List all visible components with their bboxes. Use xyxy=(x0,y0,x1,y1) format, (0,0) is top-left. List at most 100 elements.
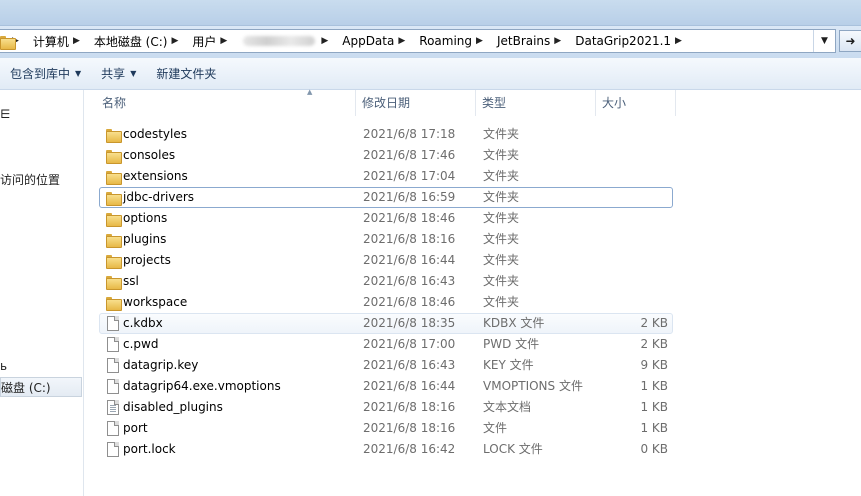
new-folder-button[interactable]: 新建文件夹 xyxy=(146,62,226,86)
folder-icon-shape xyxy=(106,234,122,248)
file-size xyxy=(598,209,668,228)
chevron-right-icon[interactable]: ▶ xyxy=(673,36,686,46)
chevron-right-icon[interactable]: ▶ xyxy=(71,36,84,46)
share-button[interactable]: 共享 ▼ xyxy=(91,62,146,86)
file-size: 2 KB xyxy=(640,337,668,351)
nav-item-partial[interactable]: ь xyxy=(0,356,7,376)
include-in-library-label: 包含到库中 xyxy=(10,67,71,81)
file-row[interactable]: c.pwd 2021/6/8 17:00 PWD 文件 2 KB xyxy=(99,334,673,355)
column-header-row: ▲ 名称 修改日期 类型 大小 xyxy=(85,88,861,116)
breadcrumb-label: JetBrains xyxy=(496,34,551,48)
refresh-arrow-icon[interactable]: ➜ xyxy=(839,30,861,52)
file-size: 1 KB xyxy=(640,400,668,414)
breadcrumb-users[interactable]: 用户 ▶ xyxy=(186,30,235,52)
breadcrumb-roaming[interactable]: Roaming ▶ xyxy=(413,30,491,52)
column-header-size[interactable]: 大小 xyxy=(596,90,676,116)
nav-item-recent-places[interactable]: 访问的位置 xyxy=(0,170,60,190)
chevron-right-icon[interactable]: ▶ xyxy=(552,36,565,46)
breadcrumb-username-redacted[interactable]: ▶ xyxy=(235,30,336,52)
chevron-right-icon[interactable]: ▶ xyxy=(169,36,182,46)
file-name: ssl xyxy=(123,274,139,288)
file-row[interactable]: port 2021/6/8 18:16 文件 1 KB xyxy=(99,418,673,439)
file-name: c.kdbx xyxy=(123,316,163,330)
address-bar[interactable]: ▶ 计算机 ▶ 本地磁盘 (C:) ▶ 用户 ▶ ▶ AppData ▶ Roa… xyxy=(0,29,836,53)
file-type: VMOPTIONS 文件 xyxy=(483,379,583,393)
file-row[interactable]: consoles 2021/6/8 17:46 文件夹 xyxy=(99,145,673,166)
folder-icon xyxy=(105,232,122,248)
file-icon-shape xyxy=(107,316,119,331)
file-type: 文件 xyxy=(483,421,508,435)
nav-item-local-disk[interactable]: 磁盘 (C:) xyxy=(0,377,82,397)
file-row[interactable]: codestyles 2021/6/8 17:18 文件夹 xyxy=(99,124,673,145)
folder-icon-shape xyxy=(106,297,122,311)
share-label: 共享 xyxy=(101,67,126,81)
breadcrumb-datagrip[interactable]: DataGrip2021.1 ▶ xyxy=(569,30,690,52)
file-row[interactable]: ssl 2021/6/8 16:43 文件夹 xyxy=(99,271,673,292)
file-row[interactable]: jdbc-drivers 2021/6/8 16:59 文件夹 xyxy=(99,187,673,208)
file-name: workspace xyxy=(123,295,188,309)
file-row[interactable]: c.kdbx 2021/6/8 18:35 KDBX 文件 2 KB xyxy=(99,313,673,334)
file-size: 1 KB xyxy=(640,421,668,435)
file-type: LOCK 文件 xyxy=(483,442,543,456)
file-row[interactable]: datagrip.key 2021/6/8 16:43 KEY 文件 9 KB xyxy=(99,355,673,376)
file-modified-date: 2021/6/8 18:46 xyxy=(363,211,456,225)
breadcrumb-label: DataGrip2021.1 xyxy=(575,34,672,48)
folder-icon xyxy=(105,169,122,185)
file-type: PWD 文件 xyxy=(483,337,540,351)
folder-icon xyxy=(105,190,122,206)
column-header-date[interactable]: 修改日期 xyxy=(356,90,476,116)
breadcrumb-label: AppData xyxy=(342,34,395,48)
folder-icon-shape xyxy=(106,213,122,227)
file-type: KDBX 文件 xyxy=(483,316,545,330)
chevron-right-icon[interactable]: ▶ xyxy=(474,36,487,46)
file-row[interactable]: port.lock 2021/6/8 16:42 LOCK 文件 0 KB xyxy=(99,439,673,460)
caret-down-icon: ▼ xyxy=(130,69,137,78)
redacted-blur xyxy=(243,36,316,46)
breadcrumb-appdata[interactable]: AppData ▶ xyxy=(336,30,413,52)
file-row[interactable]: datagrip64.exe.vmoptions 2021/6/8 16:44 VM… xyxy=(99,376,673,397)
chevron-right-icon[interactable]: ▶ xyxy=(396,36,409,46)
file-name: disabled_plugins xyxy=(123,400,223,414)
file-row[interactable]: options 2021/6/8 18:46 文件夹 xyxy=(99,208,673,229)
file-size xyxy=(598,188,668,207)
file-modified-date: 2021/6/8 18:16 xyxy=(363,232,456,246)
file-size: 1 KB xyxy=(640,379,668,393)
file-icon xyxy=(105,379,121,394)
column-header-name[interactable]: 名称 xyxy=(96,90,356,116)
file-size: 0 KB xyxy=(640,442,668,456)
file-modified-date: 2021/6/8 18:35 xyxy=(363,316,456,330)
address-history-dropdown-icon[interactable]: ▼ xyxy=(813,30,835,52)
file-row[interactable]: workspace 2021/6/8 18:46 文件夹 xyxy=(99,292,673,313)
folder-icon xyxy=(105,211,122,227)
breadcrumb-label: 用户 xyxy=(192,34,217,49)
breadcrumb-root-icon[interactable]: ▶ xyxy=(0,30,27,52)
file-name: options xyxy=(123,211,168,225)
file-modified-date: 2021/6/8 17:04 xyxy=(363,169,456,183)
breadcrumb-jetbrains[interactable]: JetBrains ▶ xyxy=(491,30,569,52)
breadcrumb-computer[interactable]: 计算机 ▶ xyxy=(27,30,88,52)
file-type: 文件夹 xyxy=(483,274,520,288)
folder-icon-shape xyxy=(106,150,122,164)
chevron-right-icon[interactable]: ▶ xyxy=(319,36,332,46)
file-row[interactable]: plugins 2021/6/8 18:16 文件夹 xyxy=(99,229,673,250)
nav-item-partial[interactable]: ⋿ xyxy=(0,104,10,124)
file-modified-date: 2021/6/8 16:44 xyxy=(363,379,456,393)
navigation-pane[interactable]: ⋿ 访问的位置 ь 磁盘 (C:) xyxy=(0,90,84,496)
breadcrumb-label: 计算机 xyxy=(32,34,69,49)
file-name: extensions xyxy=(123,169,188,183)
breadcrumb-label: Roaming xyxy=(419,34,473,48)
column-header-type[interactable]: 类型 xyxy=(476,90,596,116)
file-row[interactable]: extensions 2021/6/8 17:04 文件夹 xyxy=(99,166,673,187)
file-name: port xyxy=(123,421,148,435)
file-icon-shape xyxy=(107,358,119,373)
file-row[interactable]: disabled_plugins 2021/6/8 18:16 文本文档 1 KB xyxy=(99,397,673,418)
file-name: consoles xyxy=(123,148,176,162)
file-type: 文本文档 xyxy=(483,400,532,414)
file-type: 文件夹 xyxy=(483,211,520,225)
breadcrumb-local-disk[interactable]: 本地磁盘 (C:) ▶ xyxy=(88,30,187,52)
file-row[interactable]: projects 2021/6/8 16:44 文件夹 xyxy=(99,250,673,271)
chevron-right-icon[interactable]: ▶ xyxy=(218,36,231,46)
file-size xyxy=(598,251,668,270)
include-in-library-button[interactable]: 包含到库中 ▼ xyxy=(0,62,91,86)
caret-down-icon: ▼ xyxy=(75,69,82,78)
